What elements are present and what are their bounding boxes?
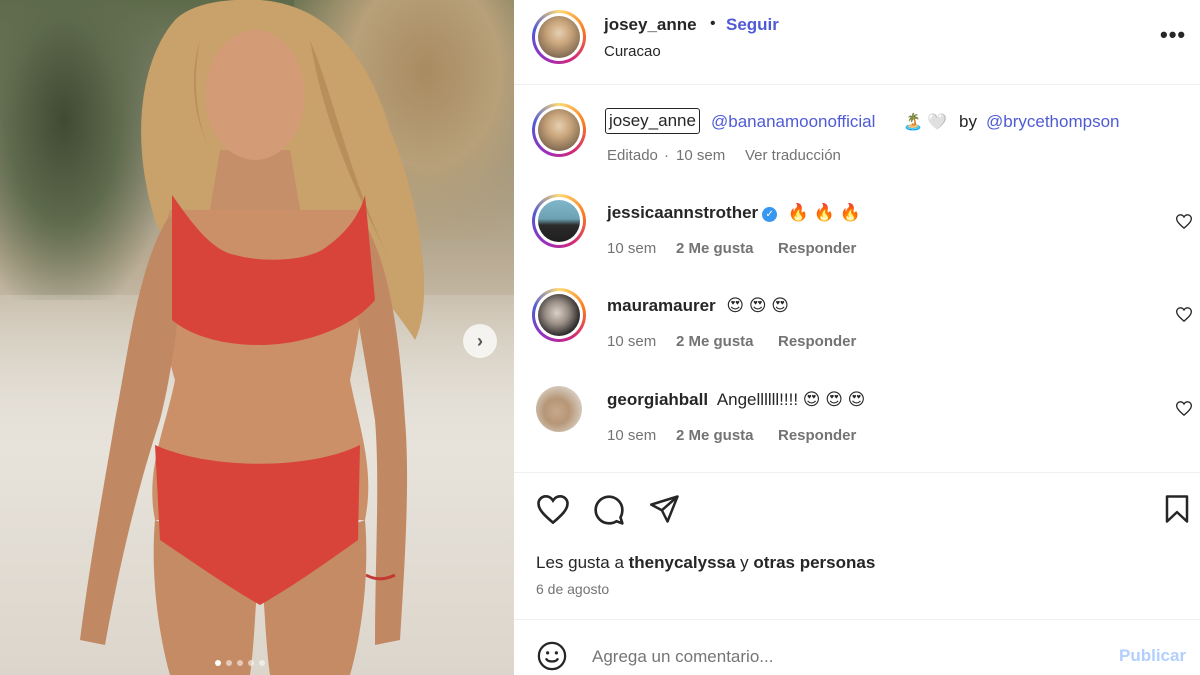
caption-avatar[interactable] bbox=[532, 103, 586, 157]
comment-likes[interactable]: 2 Me gusta bbox=[676, 427, 754, 444]
comment-body: mauramaurer 😍 😍 😍 bbox=[607, 296, 789, 316]
verified-badge-icon: ✓ bbox=[762, 207, 778, 222]
author-username[interactable]: josey_anne bbox=[604, 15, 697, 35]
like-icon[interactable] bbox=[536, 493, 570, 525]
more-options-icon[interactable]: ••• bbox=[1160, 22, 1186, 48]
save-bookmark-icon[interactable] bbox=[1162, 493, 1192, 525]
comment-likes[interactable]: 2 Me gusta bbox=[676, 333, 754, 350]
comment-reply-button[interactable]: Responder bbox=[778, 427, 856, 444]
comment-likes[interactable]: 2 Me gusta bbox=[676, 240, 754, 257]
caption-mention-photographer[interactable]: @brycethompson bbox=[986, 112, 1120, 132]
post-date: 6 de agosto bbox=[536, 581, 610, 597]
separator-dot: • bbox=[710, 15, 716, 32]
comment-like-icon[interactable] bbox=[1174, 398, 1194, 418]
comment-avatar[interactable] bbox=[532, 288, 586, 342]
author-avatar[interactable] bbox=[532, 10, 586, 64]
comment-icon[interactable] bbox=[592, 493, 626, 527]
carousel-dot bbox=[215, 660, 221, 666]
model-figure bbox=[80, 0, 425, 675]
post-location[interactable]: Curacao bbox=[604, 43, 661, 60]
caption-edited-label: Editado bbox=[607, 147, 658, 164]
caption-mention-brand[interactable]: @bananamoonofficial bbox=[711, 112, 875, 132]
carousel-dot bbox=[237, 660, 243, 666]
actions-divider bbox=[514, 472, 1200, 473]
likes-others-link[interactable]: otras personas bbox=[753, 553, 875, 572]
comment-text: 😍 😍 😍 bbox=[726, 296, 790, 315]
caption-emojis: 🏝️ 🤍 bbox=[903, 114, 948, 131]
comment-like-icon[interactable] bbox=[1174, 211, 1194, 231]
comment-like-icon[interactable] bbox=[1174, 304, 1194, 324]
comment-avatar[interactable] bbox=[532, 194, 586, 248]
caption-by-label: by bbox=[959, 112, 977, 131]
comment-time: 10 sem bbox=[607, 333, 657, 350]
follow-button[interactable]: Seguir bbox=[726, 15, 779, 35]
comment-text: 🔥 🔥 🔥 bbox=[787, 203, 861, 222]
caption-username[interactable]: josey_anne bbox=[605, 108, 700, 134]
emoji-picker-icon[interactable] bbox=[536, 640, 568, 672]
publish-button[interactable]: Publicar bbox=[1119, 646, 1186, 666]
likes-user-link[interactable]: thenycalyssa bbox=[629, 553, 736, 572]
comment-time: 10 sem bbox=[607, 240, 657, 257]
chevron-right-icon: › bbox=[477, 330, 483, 351]
comment-username[interactable]: mauramaurer bbox=[607, 296, 716, 315]
share-icon[interactable] bbox=[648, 493, 682, 525]
likes-connector: y bbox=[740, 553, 749, 572]
composer-divider bbox=[514, 619, 1200, 620]
next-image-button[interactable]: › bbox=[463, 324, 497, 358]
comment-avatar[interactable] bbox=[536, 386, 582, 432]
post-details-panel: josey_anne • Seguir Curacao ••• josey_an… bbox=[514, 0, 1200, 675]
caption-time: 10 sem bbox=[676, 147, 726, 164]
likes-prefix: Les gusta a bbox=[536, 553, 624, 572]
carousel-dot bbox=[226, 660, 232, 666]
carousel-indicators bbox=[215, 660, 265, 666]
comment-body: jessicaannstrother ✓ 🔥 🔥 🔥 bbox=[607, 203, 861, 223]
comment-body: georgiahball Angellllll!!!! 😍 😍 😍 bbox=[607, 390, 865, 410]
carousel-dot bbox=[248, 660, 254, 666]
comment-username[interactable]: georgiahball bbox=[607, 390, 708, 409]
carousel-dot bbox=[259, 660, 265, 666]
caption-separator: · bbox=[664, 147, 669, 164]
comment-reply-button[interactable]: Responder bbox=[778, 333, 856, 350]
translate-link[interactable]: Ver traducción bbox=[745, 147, 841, 164]
comment-username[interactable]: jessicaannstrother bbox=[607, 203, 758, 222]
comment-reply-button[interactable]: Responder bbox=[778, 240, 856, 257]
comment-time: 10 sem bbox=[607, 427, 657, 444]
likes-summary: Les gusta a thenycalyssa y otras persona… bbox=[536, 553, 875, 573]
add-comment-input[interactable] bbox=[592, 644, 1072, 670]
header-divider bbox=[514, 84, 1200, 85]
post-image[interactable]: › bbox=[0, 0, 514, 675]
comment-text: Angellllll!!!! 😍 😍 😍 bbox=[716, 390, 866, 409]
